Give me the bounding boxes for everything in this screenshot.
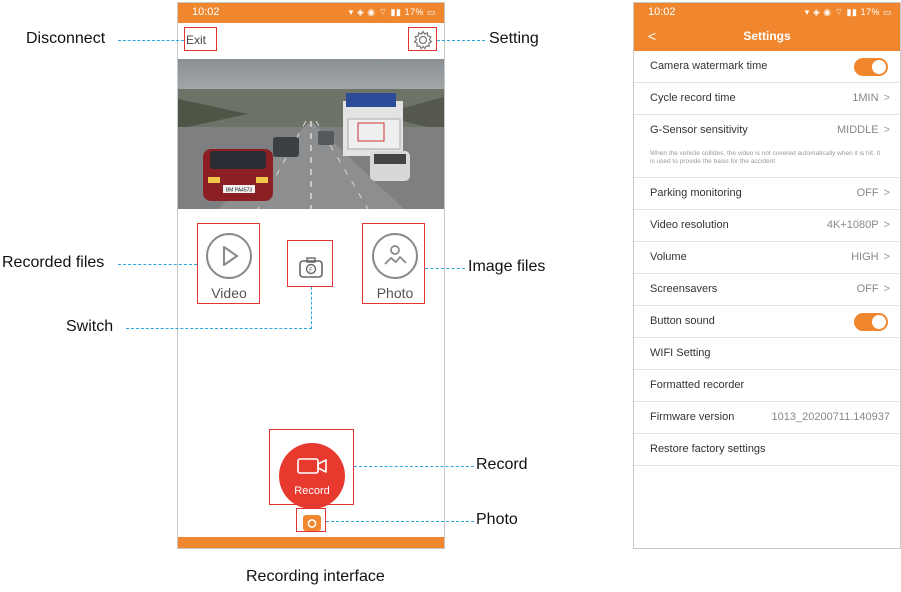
status-icons: ▾ ◈ ◉ ⌔ ▮▮ 17% ▭ <box>804 7 892 17</box>
image-files-leader <box>425 268 465 269</box>
watermark-toggle[interactable] <box>854 58 888 76</box>
setting-parking-monitoring[interactable]: Parking monitoring OFF > <box>634 178 900 210</box>
switch-annotation: Switch <box>66 318 114 335</box>
setting-value: 1MIN <box>852 92 879 104</box>
setting-camera-watermark-time[interactable]: Camera watermark time <box>634 51 900 83</box>
status-icons: ▾ ◈ ◉ ⌔ ▮▮ 17% ▭ <box>348 7 436 17</box>
page-title: Settings <box>743 29 791 43</box>
setting-annotation: Setting <box>489 30 539 47</box>
setting-g-sensor-sensitivity[interactable]: G-Sensor sensitivity MIDDLE > <box>634 115 900 147</box>
top-bar: Exit <box>178 23 444 59</box>
switch-leader-v <box>311 287 312 329</box>
switch-leader-h <box>126 328 312 329</box>
setting-label: Restore factory settings <box>650 443 766 455</box>
license-plate: BM PA4573 <box>226 188 253 194</box>
setting-value: HIGH <box>851 251 879 263</box>
g-sensor-note: When the vehicle collides, the video is … <box>634 147 900 178</box>
setting-firmware-version: Firmware version 1013_20200711.140937 <box>634 402 900 434</box>
bottom-bar <box>178 537 444 548</box>
chevron-right-icon: > <box>883 92 890 104</box>
disconnect-annotation: Disconnect <box>26 30 106 47</box>
setting-value: OFF <box>856 187 879 199</box>
chevron-right-icon: > <box>883 124 890 136</box>
exit-highlight <box>184 27 217 51</box>
battery-percent: 17% <box>860 7 880 17</box>
setting-label: Button sound <box>650 315 715 327</box>
settings-screen: 10:02 ▾ ◈ ◉ ⌔ ▮▮ 17% ▭ < Settings Camera… <box>633 2 901 549</box>
setting-label: Cycle record time <box>650 92 736 104</box>
record-highlight <box>269 429 354 505</box>
photo-highlight <box>362 223 425 304</box>
setting-value: OFF <box>856 283 879 295</box>
setting-screensavers[interactable]: Screensavers OFF > <box>634 274 900 306</box>
setting-value: MIDDLE <box>837 124 879 136</box>
setting-value: 1013_20200711.140937 <box>771 411 890 423</box>
status-time: 10:02 <box>648 6 676 18</box>
setting-label: WIFI Setting <box>650 347 711 359</box>
setting-label: G-Sensor sensitivity <box>650 124 748 136</box>
figure-caption: Recording interface <box>246 568 385 585</box>
setting-label: Formatted recorder <box>650 379 745 391</box>
live-video-feed: BM PA4573 <box>178 59 444 209</box>
record-annotation: Record <box>476 456 528 473</box>
battery-percent: 17% <box>404 7 424 17</box>
settings-header: < Settings <box>634 23 900 51</box>
status-bar: 10:02 ▾ ◈ ◉ ⌔ ▮▮ 17% ▭ <box>634 3 900 23</box>
setting-value: 4K+1080P <box>826 219 879 231</box>
setting-label: Parking monitoring <box>650 187 742 199</box>
photo-annotation: Photo <box>476 511 518 528</box>
image-files-annotation: Image files <box>468 258 546 275</box>
chevron-right-icon: > <box>883 219 890 231</box>
button-sound-toggle[interactable] <box>854 313 888 331</box>
setting-formatted-recorder[interactable]: Formatted recorder <box>634 370 900 402</box>
status-time: 10:02 <box>192 6 220 18</box>
recorded-files-leader <box>118 264 197 265</box>
chevron-right-icon: > <box>883 187 890 199</box>
setting-cycle-record-time[interactable]: Cycle record time 1MIN > <box>634 83 900 115</box>
setting-restore-factory[interactable]: Restore factory settings <box>634 434 900 466</box>
settings-list: Camera watermark time Cycle record time … <box>634 51 900 466</box>
record-leader <box>354 466 474 467</box>
setting-label: Camera watermark time <box>650 60 768 72</box>
setting-leader <box>437 40 485 41</box>
recorded-files-annotation: Recorded files <box>2 254 105 271</box>
video-highlight <box>197 223 260 304</box>
status-bar: 10:02 ▾ ◈ ◉ ⌔ ▮▮ 17% ▭ <box>178 3 444 23</box>
setting-wifi[interactable]: WIFI Setting <box>634 338 900 370</box>
setting-label: Screensavers <box>650 283 718 295</box>
chevron-right-icon: > <box>883 283 890 295</box>
setting-label: Volume <box>650 251 687 263</box>
setting-label: Firmware version <box>650 411 735 423</box>
setting-label: Video resolution <box>650 219 729 231</box>
setting-button-sound[interactable]: Button sound <box>634 306 900 338</box>
setting-video-resolution[interactable]: Video resolution 4K+1080P > <box>634 210 900 242</box>
switch-highlight <box>287 240 333 287</box>
photo-capture-highlight <box>296 508 326 532</box>
setting-highlight <box>408 27 437 51</box>
chevron-right-icon: > <box>883 251 890 263</box>
disconnect-leader <box>118 40 184 41</box>
photo-leader <box>326 521 474 522</box>
setting-volume[interactable]: Volume HIGH > <box>634 242 900 274</box>
